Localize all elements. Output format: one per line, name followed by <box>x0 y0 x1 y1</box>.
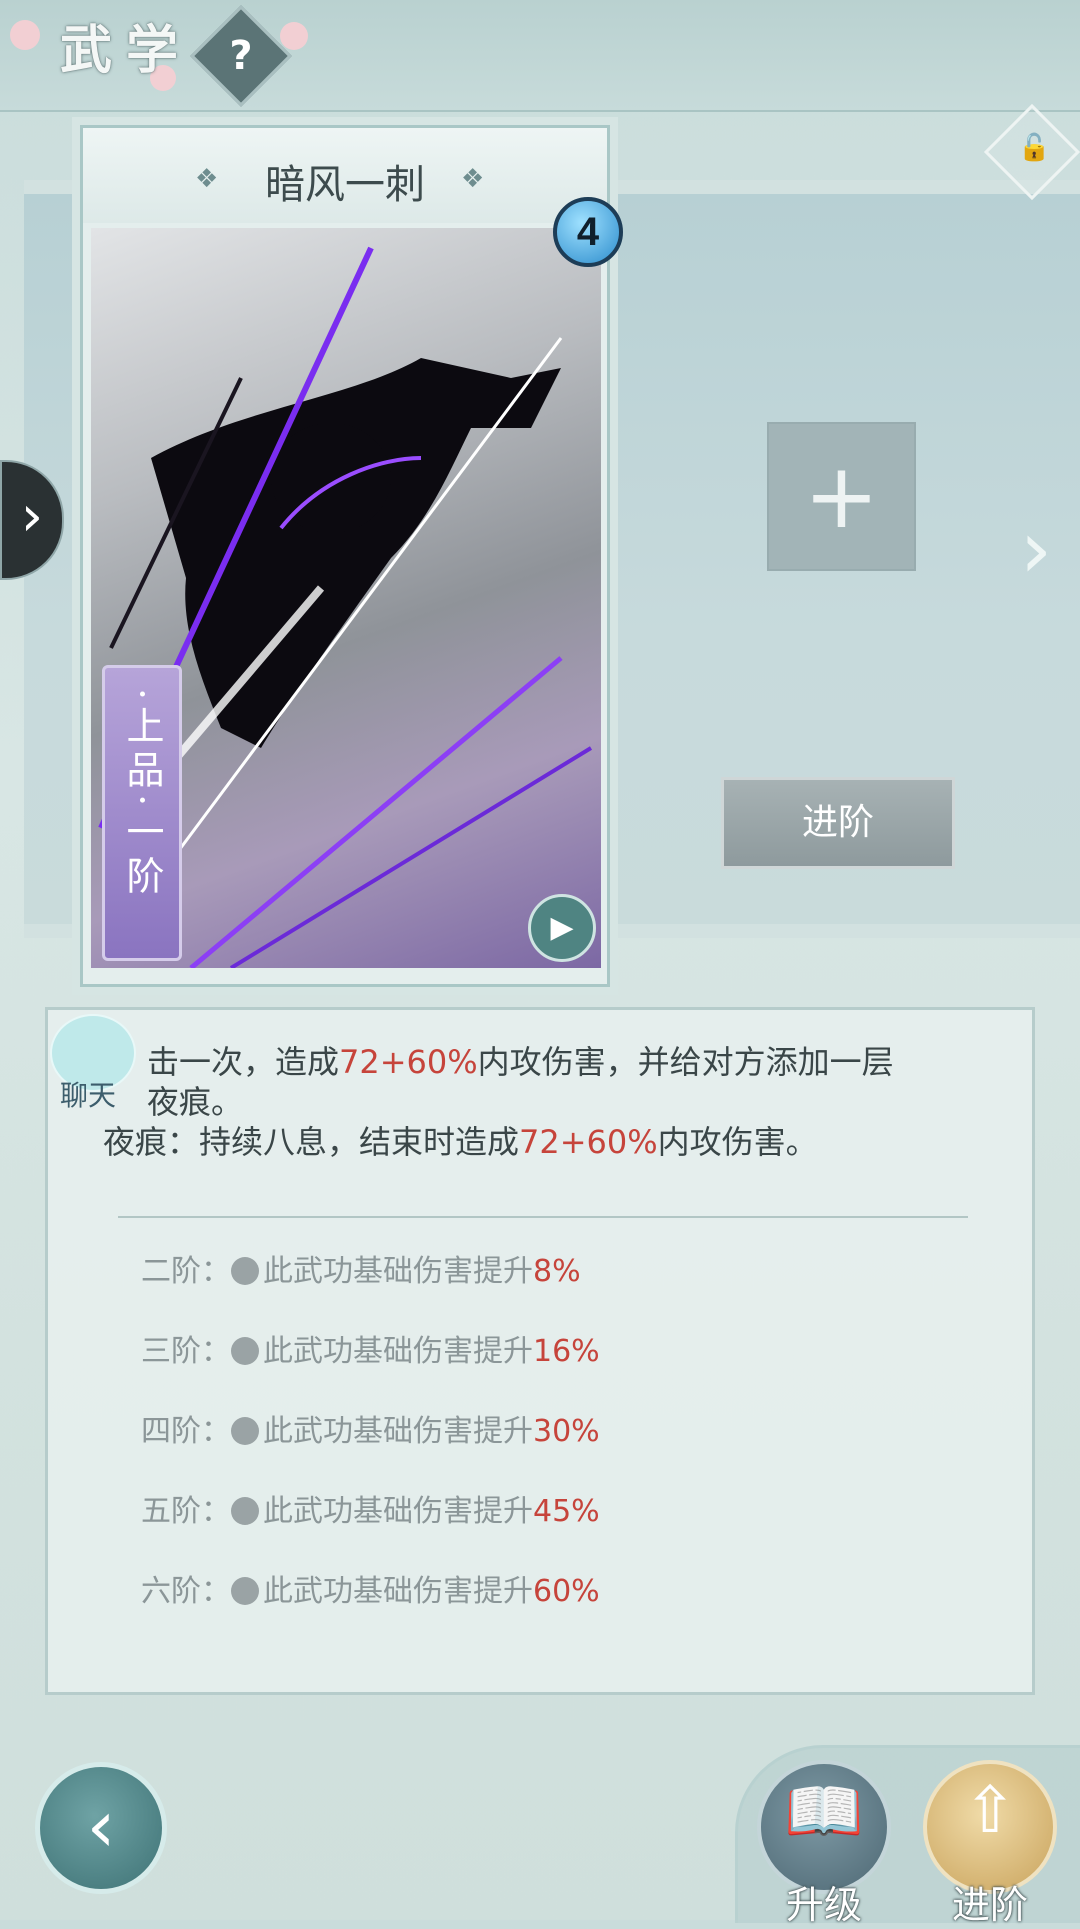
level-badge: 4 <box>553 197 623 267</box>
tier-row: 三阶： 此武功基础伤害提升16% <box>141 1334 600 1369</box>
section-divider <box>118 1216 968 1218</box>
skill-name: 暗风一刺 <box>265 162 425 208</box>
advance-tier-label: 进阶 <box>951 1883 1028 1927</box>
advance-button[interactable]: 进阶 <box>721 777 955 869</box>
play-preview-button[interactable]: ▶ <box>528 894 596 962</box>
description-line-2: 夜痕。 <box>147 1083 244 1121</box>
plus-icon: + <box>803 444 880 549</box>
tier-row: 六阶： 此武功基础伤害提升60% <box>141 1574 600 1609</box>
locked-dot-icon <box>231 1417 259 1445</box>
locked-dot-icon <box>231 1337 259 1365</box>
blossom-decoration <box>280 22 308 50</box>
grade-label: ·上品·一阶 <box>120 688 164 901</box>
tier-row: 五阶： 此武功基础伤害提升45% <box>141 1494 600 1529</box>
upgrade-button[interactable]: 📖 升级 <box>757 1760 891 1927</box>
play-icon: ▶ <box>550 910 574 945</box>
grade-tag: ·上品·一阶 <box>102 665 182 961</box>
tier-row: 二阶： 此武功基础伤害提升8% <box>141 1254 581 1289</box>
skill-description: 击一次，造成72+60%内攻伤害，并给对方添加一层 夜痕。 夜痕：持续八息，结束… <box>103 1042 1003 1162</box>
help-button[interactable]: ? <box>190 5 292 107</box>
page-title: 武学 <box>60 20 193 81</box>
back-arrow-icon: ‹ <box>86 1784 116 1868</box>
book-icon: 📖 <box>784 1775 864 1849</box>
next-page-arrow[interactable]: › <box>1020 505 1070 595</box>
locked-dot-icon <box>231 1497 259 1525</box>
chevron-right-icon: › <box>20 484 44 549</box>
help-icon: ? <box>229 33 253 79</box>
locked-dot-icon <box>231 1577 259 1605</box>
locked-dot-icon <box>231 1257 259 1285</box>
tier-row: 四阶： 此武功基础伤害提升30% <box>141 1414 600 1449</box>
advance-tier-button[interactable]: ⇧ 进阶 <box>923 1760 1057 1927</box>
diamond-ornament-icon: ❖ <box>461 164 485 194</box>
chevron-right-icon: › <box>1020 503 1052 596</box>
back-button[interactable]: ‹ <box>35 1762 167 1894</box>
upgrade-label: 升级 <box>785 1883 862 1927</box>
card-header: ❖ 暗风一刺 ❖ <box>83 128 607 223</box>
chat-button[interactable]: 聊天 <box>42 1010 142 1112</box>
description-line-3: 夜痕：持续八息，结束时造成72+60%内攻伤害。 <box>103 1123 818 1161</box>
top-bar: 武学 ? <box>0 0 1080 112</box>
blossom-decoration <box>10 20 40 50</box>
description-line-1: 击一次，造成72+60%内攻伤害，并给对方添加一层 <box>147 1043 894 1081</box>
arrow-up-icon: ⇧ <box>963 1774 1017 1848</box>
advance-button-label: 进阶 <box>801 802 874 843</box>
chat-label: 聊天 <box>60 1079 117 1112</box>
description-panel: 击一次，造成72+60%内攻伤害，并给对方添加一层 夜痕。 夜痕：持续八息，结束… <box>45 1007 1035 1695</box>
add-skill-slot[interactable]: + <box>767 422 916 571</box>
